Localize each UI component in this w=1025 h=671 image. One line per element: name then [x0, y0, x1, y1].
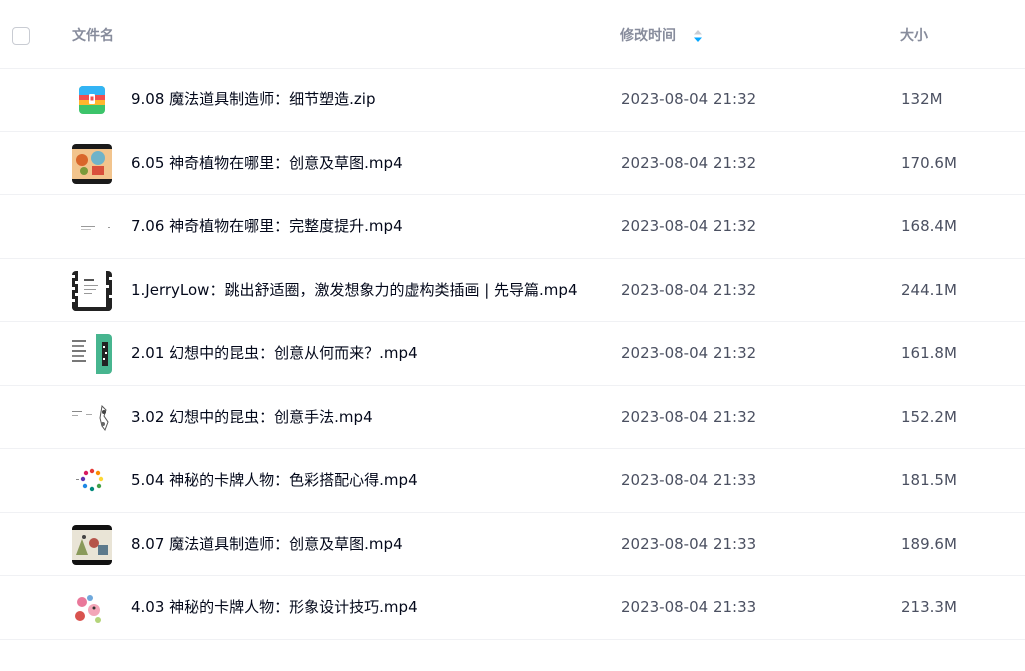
file-row[interactable]: 3.02 幻想中的昆虫：创意手法.mp4 2023-08-04 21:32 15… — [0, 386, 1025, 449]
file-row[interactable]: 5.04 神秘的卡牌人物：色彩搭配心得.mp4 2023-08-04 21:33… — [0, 449, 1025, 513]
file-modified-time: 2023-08-04 21:32 — [621, 344, 757, 362]
video-thumbnail — [72, 334, 112, 374]
file-row[interactable]: 4.03 神秘的卡牌人物：形象设计技巧.mp4 2023-08-04 21:33… — [0, 576, 1025, 640]
column-header-modified-time[interactable]: 修改时间 — [620, 27, 676, 45]
video-thumbnail — [72, 461, 112, 501]
file-modified-time: 2023-08-04 21:32 — [621, 280, 757, 299]
video-thumbnail — [72, 524, 112, 565]
select-all-checkbox[interactable] — [12, 27, 30, 45]
video-thumbnail — [72, 397, 112, 438]
video-thumbnail — [72, 143, 112, 184]
file-size: 161.8M — [901, 344, 957, 362]
video-thumbnail — [72, 270, 112, 311]
video-thumbnail — [72, 207, 112, 247]
file-row[interactable]: 9.08 魔法道具制造师：细节塑造.zip 2023-08-04 21:32 1… — [0, 68, 1025, 132]
file-name[interactable]: 2.01 幻想中的昆虫：创意从何而来？.mp4 — [131, 343, 418, 363]
file-size: 170.6M — [901, 153, 957, 172]
file-size: 213.3M — [901, 598, 957, 616]
file-size: 132M — [901, 90, 943, 108]
file-list-page: 文件名 修改时间 大小 9.08 魔法道具制造师：细节塑造.zip 2023-0… — [0, 0, 1025, 671]
zip-archive-icon — [72, 80, 112, 120]
file-size: 244.1M — [901, 280, 957, 299]
file-name[interactable]: 3.02 幻想中的昆虫：创意手法.mp4 — [131, 407, 373, 427]
file-name[interactable]: 7.06 神奇植物在哪里：完整度提升.mp4 — [131, 216, 403, 236]
file-row[interactable]: 8.07 魔法道具制造师：创意及草图.mp4 2023-08-04 21:33 … — [0, 513, 1025, 576]
file-row[interactable]: 6.05 神奇植物在哪里：创意及草图.mp4 2023-08-04 21:32 … — [0, 132, 1025, 195]
file-list-header: 文件名 修改时间 大小 — [0, 0, 1025, 69]
file-modified-time: 2023-08-04 21:32 — [621, 407, 757, 426]
file-modified-time: 2023-08-04 21:33 — [621, 534, 757, 553]
file-modified-time: 2023-08-04 21:32 — [621, 90, 757, 108]
file-row[interactable]: 7.06 神奇植物在哪里：完整度提升.mp4 2023-08-04 21:32 … — [0, 195, 1025, 259]
file-name[interactable]: 5.04 神秘的卡牌人物：色彩搭配心得.mp4 — [131, 470, 418, 490]
column-header-name[interactable]: 文件名 — [72, 27, 114, 45]
file-name[interactable]: 8.07 魔法道具制造师：创意及草图.mp4 — [131, 534, 403, 554]
file-modified-time: 2023-08-04 21:32 — [621, 153, 757, 172]
file-modified-time: 2023-08-04 21:32 — [621, 217, 757, 235]
file-size: 181.5M — [901, 471, 957, 489]
file-name[interactable]: 9.08 魔法道具制造师：细节塑造.zip — [131, 89, 376, 109]
file-name[interactable]: 6.05 神奇植物在哪里：创意及草图.mp4 — [131, 153, 403, 173]
video-thumbnail — [72, 588, 112, 628]
file-modified-time: 2023-08-04 21:33 — [621, 598, 757, 616]
file-size: 189.6M — [901, 534, 957, 553]
file-modified-time: 2023-08-04 21:33 — [621, 471, 757, 489]
file-row[interactable]: 2.01 幻想中的昆虫：创意从何而来？.mp4 2023-08-04 21:32… — [0, 322, 1025, 386]
file-row[interactable]: 1.JerryLow：跳出舒适圈，激发想象力的虚构类插画 | 先导篇.mp4 2… — [0, 259, 1025, 322]
file-size: 152.2M — [901, 407, 957, 426]
file-name[interactable]: 1.JerryLow：跳出舒适圈，激发想象力的虚构类插画 | 先导篇.mp4 — [131, 280, 578, 300]
file-size: 168.4M — [901, 217, 957, 235]
sort-desc-icon[interactable] — [692, 27, 704, 45]
file-list: 9.08 魔法道具制造师：细节塑造.zip 2023-08-04 21:32 1… — [0, 68, 1025, 640]
column-header-size[interactable]: 大小 — [900, 27, 928, 45]
file-name[interactable]: 4.03 神秘的卡牌人物：形象设计技巧.mp4 — [131, 597, 418, 617]
